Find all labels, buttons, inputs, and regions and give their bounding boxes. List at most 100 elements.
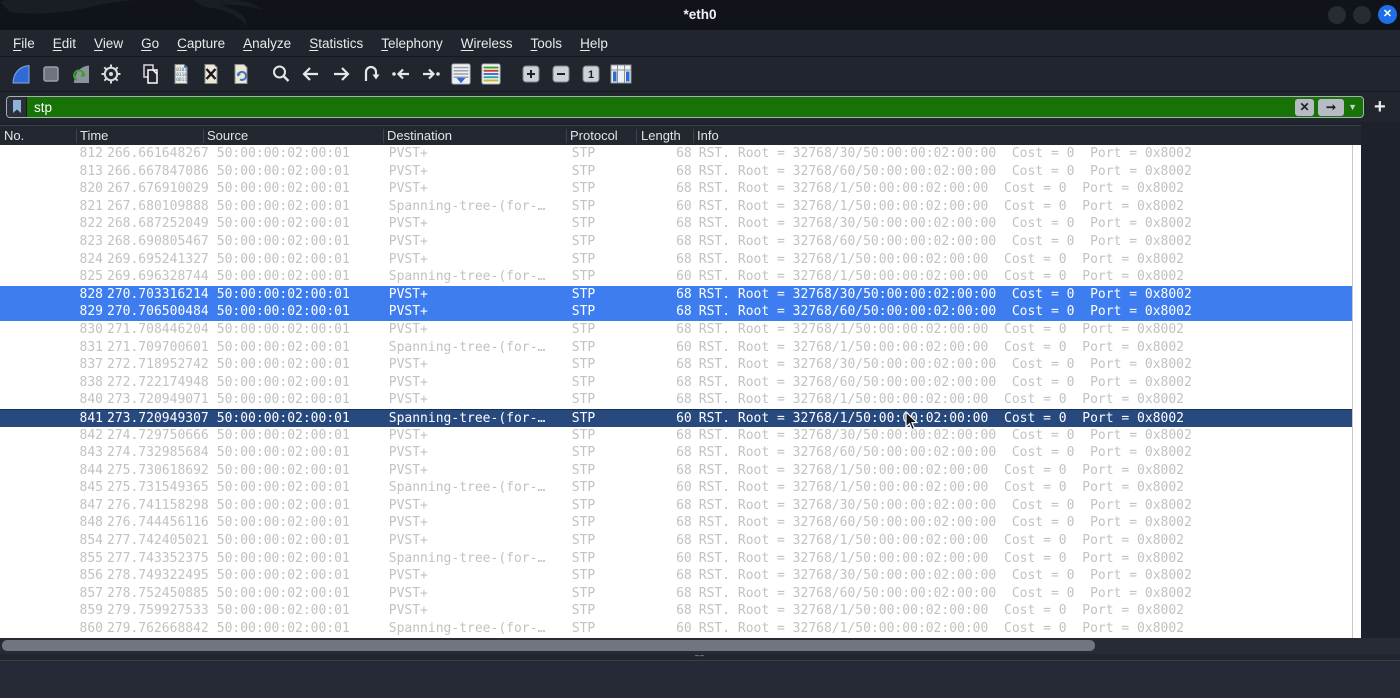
packet-row[interactable]: 842 274.729750666 50:00:00:02:00:01 PVST+ ST… xyxy=(0,427,1352,445)
packet-row[interactable]: 812 266.661648267 50:00:00:02:00:01 PVST+ ST… xyxy=(0,145,1352,163)
packet-row[interactable]: 820 267.676910029 50:00:00:02:00:01 PVST+ ST… xyxy=(0,180,1352,198)
menu-tools[interactable]: Tools xyxy=(522,30,572,57)
go-forward-icon[interactable] xyxy=(329,62,353,86)
menu-edit[interactable]: Edit xyxy=(44,30,85,57)
restart-capture-icon[interactable] xyxy=(69,62,93,86)
zoom-in-icon[interactable] xyxy=(519,62,543,86)
packet-row[interactable]: 848 276.744456116 50:00:00:02:00:01 PVST+ ST… xyxy=(0,514,1352,532)
menu-help[interactable]: Help xyxy=(571,30,617,57)
cell-pro: STP xyxy=(571,550,596,566)
find-packet-icon[interactable] xyxy=(269,62,293,86)
cell-no: 845 xyxy=(79,480,103,496)
packet-row[interactable]: 856 278.749322495 50:00:00:02:00:01 PVST+ ST… xyxy=(0,567,1352,585)
menu-statistics[interactable]: Statistics xyxy=(300,30,372,57)
filter-bookmark-button[interactable] xyxy=(7,97,27,117)
cell-pro: STP xyxy=(571,163,596,179)
packet-row[interactable]: 854 277.742405021 50:00:00:02:00:01 PVST+ ST… xyxy=(0,532,1352,550)
filter-apply-button[interactable]: ➞ xyxy=(1318,98,1345,116)
packet-row[interactable]: 843 274.732985684 50:00:00:02:00:01 PVST+ ST… xyxy=(0,444,1352,462)
packet-row[interactable]: 828 270.703316214 50:00:00:02:00:01 PVST+ ST… xyxy=(0,285,1352,304)
minimize-button[interactable] xyxy=(1328,6,1346,24)
cell-pro: STP xyxy=(571,269,596,285)
col-info[interactable]: Info xyxy=(697,126,719,146)
cell-time: 277.742405021 xyxy=(107,533,209,549)
zoom-out-icon[interactable] xyxy=(549,62,573,86)
stop-capture-icon[interactable] xyxy=(39,62,63,86)
packet-row[interactable]: 841 273.720949307 50:00:00:02:00:01 Spannin… xyxy=(0,408,1352,427)
filter-dropdown-caret[interactable]: ▼ xyxy=(1348,102,1357,112)
menu-capture[interactable]: Capture xyxy=(168,30,234,57)
go-last-icon[interactable] xyxy=(419,62,443,86)
menu-telephony[interactable]: Telephony xyxy=(372,30,452,57)
cell-src: 50:00:00:02:00:01 xyxy=(216,603,350,619)
cell-dst: Spanning-tree-(for-… xyxy=(388,339,546,355)
menu-file[interactable]: File xyxy=(4,30,44,57)
svg-text:0011: 0011 xyxy=(176,77,187,83)
go-first-icon[interactable] xyxy=(389,62,413,86)
packet-row[interactable]: 860 279.762668842 50:00:00:02:00:01 Spannin… xyxy=(0,620,1352,638)
menu-go[interactable]: Go xyxy=(132,30,168,57)
filter-add-button[interactable]: + xyxy=(1374,97,1386,117)
packet-row[interactable]: 821 267.680109888 50:00:00:02:00:01 Spannin… xyxy=(0,198,1352,216)
cell-len: 68 xyxy=(676,321,692,337)
cell-len: 68 xyxy=(676,533,692,549)
packet-row[interactable]: 824 269.695241327 50:00:00:02:00:01 PVST+ ST… xyxy=(0,251,1352,269)
horizontal-scrollbar-thumb[interactable] xyxy=(2,640,1095,651)
close-button[interactable]: ✕ xyxy=(1378,5,1397,24)
horizontal-scrollbar[interactable] xyxy=(0,638,1400,654)
close-file-icon[interactable] xyxy=(199,62,223,86)
colorize-icon[interactable] xyxy=(479,62,503,86)
display-filter-input[interactable]: stp ✕ ➞ ▼ xyxy=(6,96,1364,118)
packet-row[interactable]: 829 270.706500484 50:00:00:02:00:01 PVST+ ST… xyxy=(0,303,1352,321)
reload-file-icon[interactable] xyxy=(229,62,253,86)
col-time[interactable]: Time xyxy=(80,126,108,146)
resize-columns-icon[interactable] xyxy=(609,62,633,86)
col-destination[interactable]: Destination xyxy=(387,126,452,146)
packet-row[interactable]: 830 271.708446204 50:00:00:02:00:01 PVST+ ST… xyxy=(0,321,1352,339)
cell-len: 68 xyxy=(676,392,692,408)
col-length[interactable]: Length xyxy=(641,126,681,146)
capture-options-icon[interactable] xyxy=(99,62,123,86)
packet-row[interactable]: 813 266.667847086 50:00:00:02:00:01 PVST+ ST… xyxy=(0,163,1352,181)
packet-row[interactable]: 855 277.743352375 50:00:00:02:00:01 Spannin… xyxy=(0,550,1352,568)
packet-row[interactable]: 859 279.759927533 50:00:00:02:00:01 PVST+ ST… xyxy=(0,602,1352,620)
packet-row[interactable]: 823 268.690805467 50:00:00:02:00:01 PVST+ ST… xyxy=(0,233,1352,251)
packet-row[interactable]: 838 272.722174948 50:00:00:02:00:01 PVST+ ST… xyxy=(0,374,1352,392)
start-capture-icon[interactable] xyxy=(9,62,33,86)
packet-row[interactable]: 831 271.709700601 50:00:00:02:00:01 Spannin… xyxy=(0,339,1352,357)
cell-time: 278.749322495 xyxy=(107,568,209,584)
normal-size-icon[interactable]: 1 xyxy=(579,62,603,86)
cell-len: 60 xyxy=(676,339,692,355)
filter-clear-button[interactable]: ✕ xyxy=(1295,98,1315,116)
col-no[interactable]: No. xyxy=(4,126,24,146)
packet-row[interactable]: 845 275.731549365 50:00:00:02:00:01 Spannin… xyxy=(0,479,1352,497)
cell-src: 50:00:00:02:00:01 xyxy=(216,233,350,249)
packet-row[interactable]: 847 276.741158298 50:00:00:02:00:01 PVST+ ST… xyxy=(0,497,1352,515)
maximize-button[interactable] xyxy=(1353,6,1371,24)
go-back-icon[interactable] xyxy=(299,62,323,86)
col-protocol[interactable]: Protocol xyxy=(570,126,618,146)
go-to-packet-icon[interactable] xyxy=(359,62,383,86)
cell-info: RST. Root = 32768/30/50:00:00:02:00:00 C… xyxy=(698,286,1192,302)
menu-view[interactable]: View xyxy=(85,30,132,57)
packet-row[interactable]: 837 272.718952742 50:00:00:02:00:01 PVST+ ST… xyxy=(0,356,1352,374)
cell-src: 50:00:00:02:00:01 xyxy=(216,198,350,214)
menu-wireless[interactable]: Wireless xyxy=(452,30,522,57)
save-file-icon[interactable]: 0101 0110 0011 xyxy=(169,62,193,86)
cell-len: 68 xyxy=(676,304,692,320)
open-file-icon[interactable] xyxy=(139,62,163,86)
packet-row[interactable]: 840 273.720949071 50:00:00:02:00:01 PVST+ ST… xyxy=(0,391,1352,409)
cell-info: RST. Root = 32768/30/50:00:00:02:00:00 C… xyxy=(698,357,1192,373)
cell-src: 50:00:00:02:00:01 xyxy=(216,357,350,373)
packet-row[interactable]: 825 269.696328744 50:00:00:02:00:01 Spannin… xyxy=(0,268,1352,286)
menu-analyze[interactable]: Analyze xyxy=(234,30,300,57)
cell-no: 842 xyxy=(79,427,103,443)
auto-scroll-icon[interactable] xyxy=(449,62,473,86)
cell-time: 277.743352375 xyxy=(107,550,209,566)
packet-row[interactable]: 844 275.730618692 50:00:00:02:00:01 PVST+ ST… xyxy=(0,462,1352,480)
vertical-scrollbar[interactable] xyxy=(1352,145,1362,674)
packet-list[interactable]: 812 266.661648267 50:00:00:02:00:01 PVST+ ST… xyxy=(0,145,1352,638)
packet-row[interactable]: 857 278.752450885 50:00:00:02:00:01 PVST+ ST… xyxy=(0,585,1352,603)
col-source[interactable]: Source xyxy=(207,126,248,146)
packet-row[interactable]: 822 268.687252049 50:00:00:02:00:01 PVST+ ST… xyxy=(0,215,1352,233)
